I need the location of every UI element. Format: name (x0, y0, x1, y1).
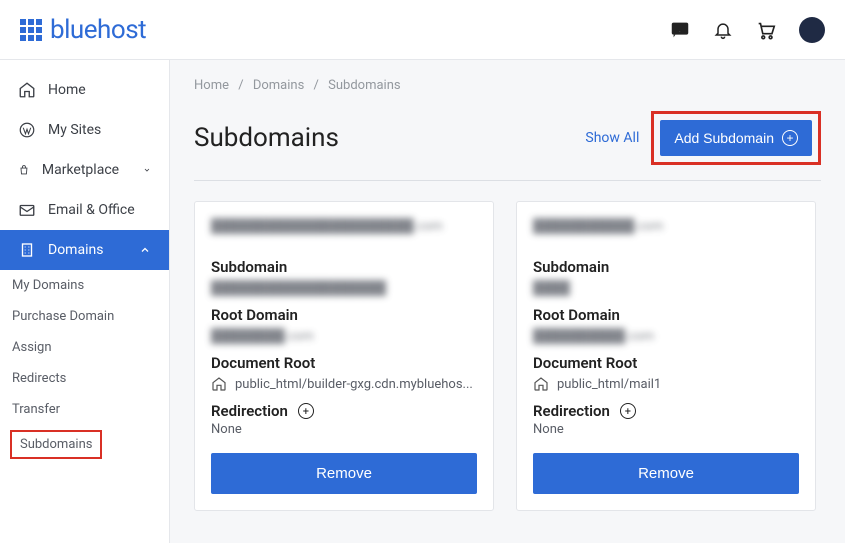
add-subdomain-button[interactable]: Add Subdomain + (660, 120, 812, 156)
avatar[interactable] (799, 17, 825, 43)
brand-text: bluehost (50, 15, 146, 45)
label-redirection: Redirection (533, 402, 610, 420)
label-root-domain: Root Domain (211, 306, 477, 324)
sidebar-sub-assign[interactable]: Assign (0, 332, 169, 363)
breadcrumb-home[interactable]: Home (194, 78, 229, 93)
card-full-domain: ██████████████████████.com (211, 218, 477, 234)
value-subdomain: ████ (533, 280, 799, 296)
subdomain-card: ███████████.com Subdomain ████ Root Doma… (516, 201, 816, 511)
sidebar-item-label: Marketplace (42, 162, 119, 178)
bag-icon (18, 161, 30, 179)
label-subdomain: Subdomain (533, 258, 799, 276)
sidebar-item-label: Email & Office (48, 202, 135, 218)
plus-circle-icon: + (782, 130, 798, 146)
value-subdomain: ███████████████████ (211, 280, 477, 296)
breadcrumb: Home / Domains / Subdomains (194, 78, 821, 93)
remove-button[interactable]: Remove (211, 453, 477, 494)
remove-button[interactable]: Remove (533, 453, 799, 494)
add-redirection-icon[interactable]: + (620, 403, 636, 419)
cart-icon[interactable] (755, 19, 777, 41)
sidebar-sub-my-domains[interactable]: My Domains (0, 270, 169, 301)
home-icon (533, 376, 549, 392)
logo-grid-icon (20, 19, 42, 41)
title-bar: Subdomains Show All Add Subdomain + (194, 111, 821, 181)
mail-icon (18, 201, 36, 219)
label-subdomain: Subdomain (211, 258, 477, 276)
value-root-domain: ██████████.com (533, 328, 799, 344)
help-chat-icon[interactable]: ? (669, 19, 691, 41)
bell-icon[interactable] (713, 20, 733, 40)
breadcrumb-domains[interactable]: Domains (253, 78, 304, 93)
sidebar-sub-subdomains[interactable]: Subdomains (10, 430, 102, 459)
breadcrumb-current: Subdomains (328, 78, 400, 93)
label-redirection: Redirection (211, 402, 288, 420)
brand-logo[interactable]: bluehost (20, 15, 146, 45)
sidebar-item-domains[interactable]: Domains (0, 230, 169, 270)
chevron-down-icon (143, 164, 151, 176)
sidebar-item-marketplace[interactable]: Marketplace (0, 150, 169, 190)
sidebar: Home My Sites Marketplace Email & Office… (0, 60, 170, 543)
value-redirection: None (533, 422, 799, 437)
value-document-root: public_html/builder-gxg.cdn.mybluehos... (235, 377, 473, 392)
document-root-row: public_html/builder-gxg.cdn.mybluehos... (211, 376, 477, 392)
sidebar-item-my-sites[interactable]: My Sites (0, 110, 169, 150)
sidebar-item-label: Domains (48, 242, 103, 258)
label-document-root: Document Root (533, 354, 799, 372)
header-icons: ? (669, 17, 825, 43)
value-document-root: public_html/mail1 (557, 377, 661, 392)
home-icon (18, 81, 36, 99)
value-redirection: None (211, 422, 477, 437)
value-root-domain: ████████.com (211, 328, 477, 344)
main-content: Home / Domains / Subdomains Subdomains S… (170, 60, 845, 543)
building-icon (18, 241, 36, 259)
page-title: Subdomains (194, 123, 339, 153)
top-header: bluehost ? (0, 0, 845, 60)
sidebar-item-email-office[interactable]: Email & Office (0, 190, 169, 230)
sidebar-item-label: Home (48, 82, 86, 98)
sidebar-item-home[interactable]: Home (0, 70, 169, 110)
sidebar-sub-redirects[interactable]: Redirects (0, 363, 169, 394)
sidebar-sub-purchase-domain[interactable]: Purchase Domain (0, 301, 169, 332)
add-subdomain-highlight: Add Subdomain + (651, 111, 821, 165)
card-full-domain: ███████████.com (533, 218, 799, 234)
add-subdomain-label: Add Subdomain (674, 130, 774, 146)
chevron-up-icon (139, 244, 151, 256)
sidebar-sub-transfer[interactable]: Transfer (0, 394, 169, 425)
wordpress-icon (18, 121, 36, 139)
add-redirection-icon[interactable]: + (298, 403, 314, 419)
document-root-row: public_html/mail1 (533, 376, 799, 392)
cards-container: ██████████████████████.com Subdomain ███… (194, 201, 821, 511)
label-document-root: Document Root (211, 354, 477, 372)
home-icon (211, 376, 227, 392)
show-all-link[interactable]: Show All (585, 130, 639, 146)
sidebar-item-label: My Sites (48, 122, 101, 138)
svg-text:?: ? (678, 24, 683, 34)
subdomain-card: ██████████████████████.com Subdomain ███… (194, 201, 494, 511)
label-root-domain: Root Domain (533, 306, 799, 324)
